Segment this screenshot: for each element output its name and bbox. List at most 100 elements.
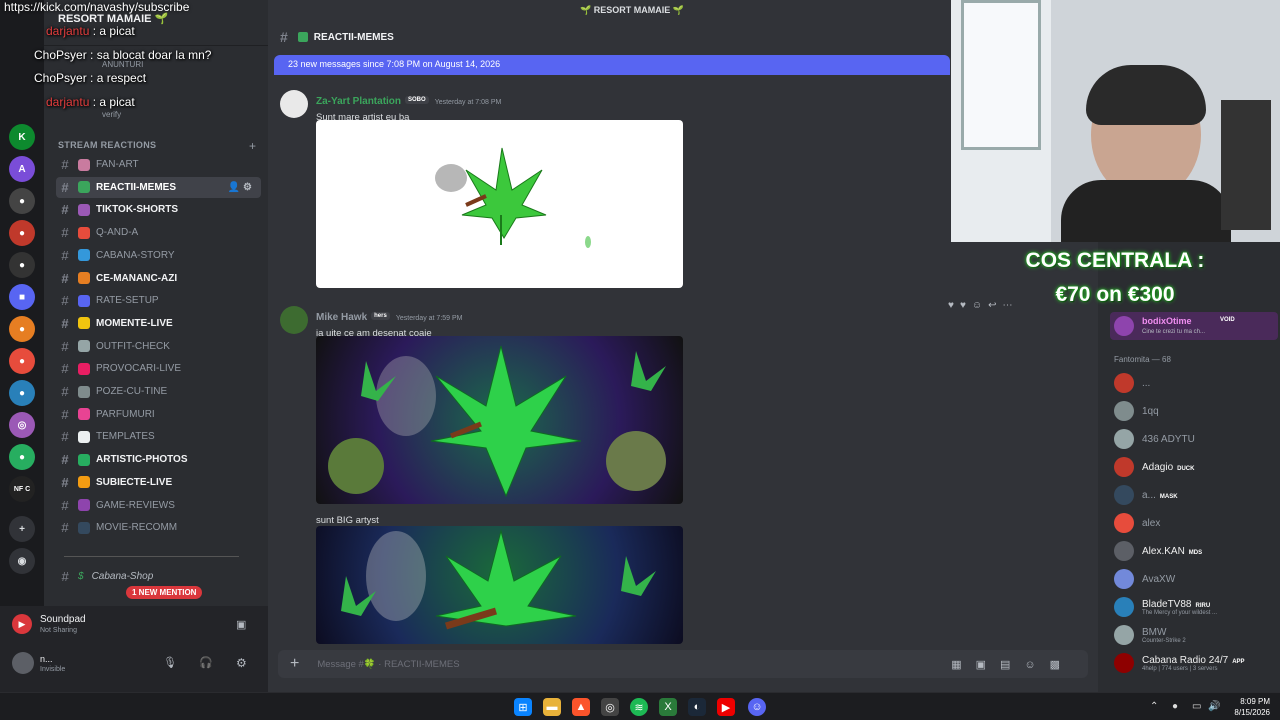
streamer-shirt bbox=[1061, 180, 1231, 242]
windows-start-icon[interactable]: ⊞ bbox=[514, 698, 532, 716]
server-icon[interactable]: A bbox=[9, 156, 35, 182]
channel-item[interactable]: # TIKTOK-SHORTS bbox=[56, 199, 261, 220]
channel-item[interactable]: # CE-MANANC-AZI bbox=[56, 268, 261, 289]
member-item[interactable]: 436 ADYTU bbox=[1114, 428, 1195, 450]
hash-icon: # bbox=[61, 225, 69, 241]
member-tag: DUCK bbox=[1177, 465, 1195, 472]
gear-icon[interactable]: ⚙ bbox=[236, 656, 247, 670]
channel-item[interactable]: # Q-AND-A bbox=[56, 222, 261, 243]
youtube-icon[interactable]: ▶ bbox=[717, 698, 735, 716]
art-image bbox=[341, 529, 656, 630]
clock-date: 8/15/2026 bbox=[1234, 708, 1270, 717]
member-item[interactable]: a... MASK bbox=[1114, 484, 1178, 506]
avatar[interactable] bbox=[280, 90, 308, 118]
member-name: Cabana Radio 24/7 bbox=[1142, 654, 1229, 666]
channel-item[interactable]: # PROVOCARI-LIVE bbox=[56, 358, 261, 379]
channel-item[interactable]: # TEMPLATES bbox=[56, 426, 261, 447]
create-channel-icon[interactable]: + bbox=[249, 139, 256, 153]
channel-item[interactable]: # REACTII-MEMES 👤⚙ bbox=[56, 176, 261, 198]
channel-label: Q-AND-A bbox=[96, 227, 139, 239]
channel-cabana-shop[interactable]: # $ Cabana-Shop bbox=[56, 566, 261, 587]
message-author[interactable]: Mike Hawk bbox=[316, 312, 367, 323]
member-name: 436 ADYTU bbox=[1142, 433, 1195, 445]
member-item[interactable]: BMW Counter-Strike 2 bbox=[1114, 624, 1186, 646]
composer-tools[interactable]: ▦▣▤☺▩ bbox=[951, 658, 1074, 671]
channel-item[interactable]: # SUBIECTE-LIVE bbox=[56, 472, 261, 493]
member-item[interactable]: AvaXW bbox=[1114, 568, 1175, 590]
server-icon[interactable]: ● bbox=[9, 348, 35, 374]
channel-item[interactable]: # FAN-ART bbox=[56, 154, 261, 175]
server-icon[interactable]: ■ bbox=[9, 284, 35, 310]
announcements-channel[interactable]: ANUNTURI bbox=[102, 60, 143, 69]
message-image[interactable] bbox=[316, 336, 683, 504]
new-mention-badge[interactable]: 1 NEW MENTION bbox=[126, 586, 203, 599]
discord-icon[interactable]: ☺ bbox=[748, 698, 766, 716]
tray-icon[interactable]: ● bbox=[1172, 701, 1178, 712]
server-icon[interactable]: NF C bbox=[9, 476, 35, 502]
member-item[interactable]: alex bbox=[1114, 512, 1160, 534]
clock[interactable]: 8:09 PM 8/15/2026 bbox=[1234, 696, 1270, 718]
channel-item[interactable]: # GAME-REVIEWS bbox=[56, 495, 261, 516]
screen-share-icon[interactable]: ▣ bbox=[236, 618, 246, 631]
app-icon[interactable]: ◎ bbox=[601, 698, 619, 716]
excel-icon[interactable]: X bbox=[659, 698, 677, 716]
channel-item[interactable]: # CABANA-STORY bbox=[56, 245, 261, 266]
spotify-icon[interactable]: ≋ bbox=[630, 698, 648, 716]
file-explorer-icon[interactable]: ▬ bbox=[543, 698, 561, 716]
message-composer[interactable]: + Message #🍀 · REACTII-MEMES ▦▣▤☺▩ bbox=[278, 650, 1088, 678]
verify-channel[interactable]: verify bbox=[102, 110, 121, 119]
avatar[interactable] bbox=[12, 652, 34, 674]
new-messages-bar[interactable]: 23 new messages since 7:08 PM on August … bbox=[274, 55, 950, 75]
server-icon[interactable]: ● bbox=[9, 380, 35, 406]
explore-icon[interactable]: ◉ bbox=[9, 548, 35, 574]
channel-item[interactable]: # POZE-CU-TINE bbox=[56, 381, 261, 402]
server-icon[interactable]: ◎ bbox=[9, 412, 35, 438]
channel-item[interactable]: # ARTISTIC-PHOTOS bbox=[56, 449, 261, 470]
channel-item[interactable]: # MOVIE-RECOMM bbox=[56, 517, 261, 538]
channel-item[interactable]: # RATE-SETUP bbox=[56, 290, 261, 311]
dollar-icon: $ bbox=[78, 571, 84, 582]
channel-label: SUBIECTE-LIVE bbox=[96, 476, 173, 488]
member-status: Cine te crezi tu ma ch... bbox=[1142, 329, 1206, 335]
add-server-icon[interactable]: + bbox=[9, 516, 35, 542]
member-item[interactable]: 1qq bbox=[1114, 400, 1159, 422]
member-item[interactable]: Alex.KAN MDS bbox=[1114, 540, 1202, 562]
server-icon[interactable]: ● bbox=[9, 316, 35, 342]
channel-settings-icon[interactable]: 👤⚙ bbox=[228, 182, 255, 193]
volume-icon[interactable]: 🔊 bbox=[1208, 701, 1220, 712]
message-input[interactable]: Message #🍀 · REACTII-MEMES bbox=[317, 659, 459, 670]
clock-time: 8:09 PM bbox=[1240, 697, 1270, 706]
channel-item[interactable]: # PARFUMURI bbox=[56, 404, 261, 425]
channel-label: ARTISTIC-PHOTOS bbox=[96, 454, 188, 466]
avatar[interactable] bbox=[280, 306, 308, 334]
server-icon[interactable]: ● bbox=[9, 444, 35, 470]
member-item[interactable]: Cabana Radio 24/7 APP 4help | 774 users | … bbox=[1114, 652, 1245, 674]
member-item[interactable]: ... bbox=[1114, 372, 1150, 394]
chair bbox=[1221, 100, 1271, 230]
channel-item[interactable]: # OUTFIT-CHECK bbox=[56, 336, 261, 357]
message-text: sunt BIG artyst bbox=[316, 515, 379, 526]
member-highlight[interactable]: bodixOtime VOID Cine te crezi tu ma ch..… bbox=[1110, 312, 1278, 340]
brave-browser-icon[interactable]: ▲ bbox=[572, 698, 590, 716]
network-icon[interactable]: ▭ bbox=[1192, 701, 1201, 712]
add-attachment-icon[interactable]: + bbox=[290, 655, 299, 673]
hash-icon: # bbox=[61, 361, 69, 377]
server-icon[interactable]: K bbox=[9, 124, 35, 150]
steam-icon[interactable]: ◐ bbox=[688, 698, 706, 716]
channel-item[interactable]: # MOMENTE-LIVE bbox=[56, 313, 261, 334]
message-image[interactable] bbox=[316, 120, 683, 288]
category-stream-reactions[interactable]: STREAM REACTIONS bbox=[58, 140, 156, 150]
message-image[interactable] bbox=[316, 526, 683, 644]
microphone-icon[interactable]: 🎙 bbox=[163, 656, 177, 669]
server-icon[interactable]: ● bbox=[9, 220, 35, 246]
hash-icon: # bbox=[61, 270, 69, 286]
member-item[interactable]: BladeTV88 RIRU The Mercy of your wildest .… bbox=[1114, 596, 1217, 618]
member-item[interactable]: Adagio DUCK bbox=[1114, 456, 1194, 478]
hash-icon: # bbox=[61, 338, 69, 354]
message-author[interactable]: Za-Yart Plantation bbox=[316, 96, 401, 107]
server-icon[interactable]: ● bbox=[9, 188, 35, 214]
chevron-up-icon[interactable]: ⌃ bbox=[1150, 701, 1158, 712]
server-icon[interactable]: ● bbox=[9, 252, 35, 278]
hash-icon: # bbox=[61, 202, 69, 218]
headphones-icon[interactable]: 🎧 bbox=[199, 656, 213, 669]
